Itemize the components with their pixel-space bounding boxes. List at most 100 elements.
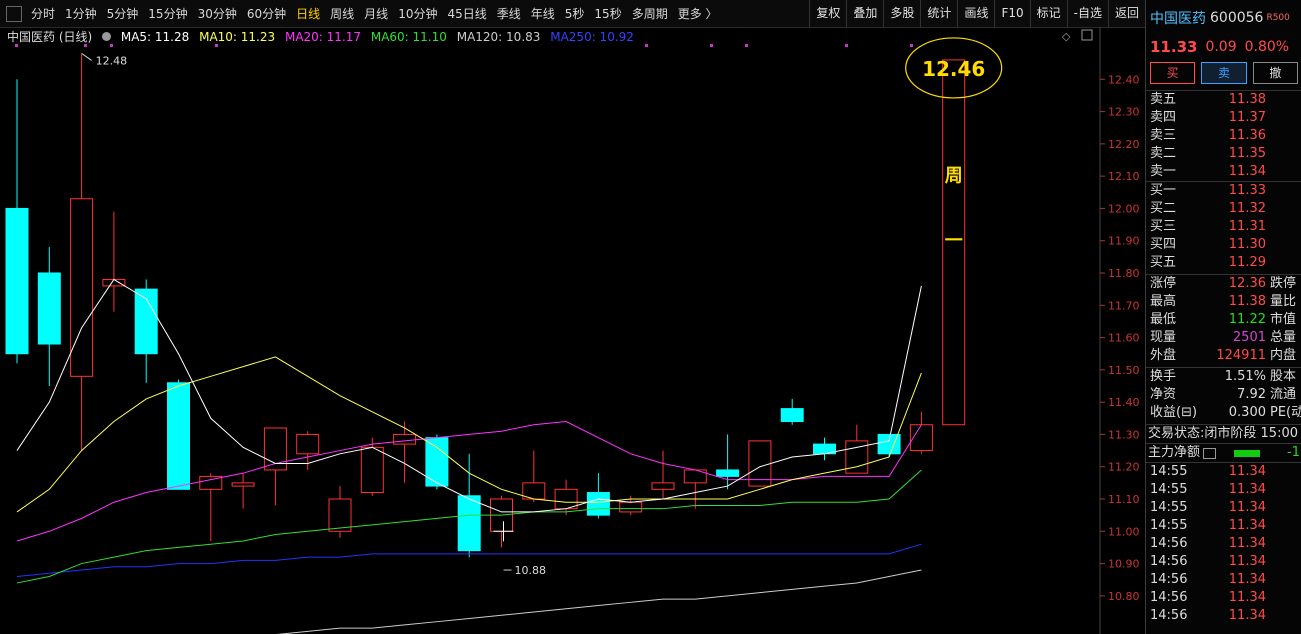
tool-button-4[interactable]: 画线 (957, 0, 994, 27)
sell-button[interactable]: 卖 (1201, 62, 1247, 84)
trade-status-label: 交易状态: (1148, 426, 1205, 441)
last-price: 11.33 (1150, 38, 1198, 56)
tool-button-6[interactable]: 标记 (1029, 0, 1067, 27)
trade-status-row: 交易状态: 闭市阶段 15:00 (1146, 424, 1301, 443)
candle[interactable] (780, 398, 804, 425)
candle[interactable] (5, 79, 29, 364)
stat-row: 外盘 124911 内盘 (1146, 347, 1301, 365)
window-corner-icon[interactable] (6, 5, 22, 22)
period-tab-9[interactable]: 10分钟 (393, 5, 442, 22)
y-tick-label: 12.10 (1108, 170, 1140, 183)
settings-circle-icon[interactable] (102, 32, 112, 41)
book-row: 买四 11.30 (1146, 236, 1301, 254)
candle-body (780, 408, 804, 423)
tick-price: 11.34 (1228, 590, 1266, 605)
book-price: 11.32 (1228, 201, 1266, 216)
stat2-row: 收益(⊟) 0.300 PE(动 (1146, 404, 1301, 422)
period-tab-14[interactable]: 15秒 (589, 5, 626, 22)
stat2-tail: PE(动 (1270, 405, 1301, 420)
period-tab-10[interactable]: 45日线 (442, 5, 491, 22)
tool-button-0[interactable]: 复权 (809, 0, 846, 27)
diamond-icon[interactable]: ◇ (1062, 30, 1071, 43)
stat-label: 最低 (1150, 312, 1177, 327)
period-tab-6[interactable]: 日线 (291, 5, 325, 22)
period-tab-15[interactable]: 多周期 (627, 5, 673, 22)
stat-tail: 市值 (1270, 312, 1297, 327)
tool-button-5[interactable]: F10 (994, 0, 1029, 27)
stat2-label: 收益(⊟) (1150, 405, 1198, 420)
candle[interactable] (167, 379, 190, 490)
candle[interactable] (102, 211, 126, 312)
period-tab-13[interactable]: 5秒 (560, 5, 590, 22)
candle[interactable] (360, 437, 384, 496)
candle[interactable] (909, 411, 933, 454)
candle[interactable] (37, 247, 61, 386)
candle[interactable] (522, 450, 546, 503)
book-label: 卖二 (1150, 146, 1177, 161)
candle[interactable] (683, 469, 707, 509)
candle[interactable] (296, 431, 320, 470)
capital-icon[interactable] (1203, 448, 1217, 459)
candle[interactable] (328, 486, 352, 538)
y-tick-label: 12.00 (1108, 202, 1140, 215)
period-tab-16[interactable]: 更多 〉 (673, 5, 723, 22)
stat-label: 现量 (1150, 330, 1177, 345)
book-volume (1270, 254, 1301, 272)
candle[interactable] (651, 450, 675, 499)
candlestick-chart[interactable]: 12.40 12.30 12.20 12.10 12.00 11.90 11.80 11.70… (0, 27, 1145, 634)
candle[interactable] (70, 53, 94, 451)
tool-button-2[interactable]: 多股 (883, 0, 920, 27)
stat-row: 最低 11.22 市值 (1146, 311, 1301, 329)
stat-value: 124911 (1216, 348, 1266, 363)
book-volume (1270, 182, 1301, 200)
period-tab-7[interactable]: 周线 (325, 5, 359, 22)
period-tab-2[interactable]: 5分钟 (102, 5, 144, 22)
book-row: 买五 11.29 (1146, 254, 1301, 272)
book-price: 11.30 (1228, 237, 1266, 252)
period-tab-5[interactable]: 60分钟 (242, 5, 291, 22)
ask-list: 卖五 11.38 卖四 11.37 卖三 11.36 卖二 11.35 卖一 11.34 (1146, 90, 1301, 181)
price-change-pct: 0.80% (1244, 39, 1290, 55)
ma10-label: MA10: 11.23 (199, 30, 276, 44)
book-label: 买三 (1150, 219, 1177, 234)
stock-code: 600056 (1210, 10, 1264, 26)
candle-body (167, 382, 190, 490)
candle[interactable] (490, 495, 513, 548)
candle[interactable] (457, 453, 481, 558)
candle[interactable] (199, 473, 223, 541)
tool-button-3[interactable]: 统计 (920, 0, 957, 27)
candle[interactable] (393, 421, 417, 483)
stat-value: 11.38 (1228, 294, 1266, 309)
candle[interactable] (231, 473, 255, 509)
capital-bar (1234, 450, 1261, 457)
ma5-label: MA5: 11.28 (120, 30, 190, 44)
candle[interactable] (134, 279, 158, 383)
tick-volume (1270, 589, 1301, 607)
candle[interactable] (813, 437, 836, 461)
ma20-label: MA20: 11.17 (284, 30, 362, 44)
book-label: 买五 (1150, 255, 1177, 270)
period-tab-0[interactable]: 分时 (26, 5, 60, 22)
candle[interactable] (263, 427, 287, 506)
tick-volume (1270, 499, 1301, 517)
tick-row: 14:56 11.34 (1146, 571, 1301, 589)
stat-tail: 总量 (1270, 330, 1297, 345)
period-tab-4[interactable]: 30分钟 (193, 5, 242, 22)
tick-price: 11.34 (1228, 554, 1266, 569)
tool-button-1[interactable]: 叠加 (846, 0, 883, 27)
stock-badge: R500 (1266, 13, 1290, 23)
candle-body (70, 198, 94, 377)
book-row: 卖一 11.34 (1146, 163, 1301, 181)
period-tab-3[interactable]: 15分钟 (143, 5, 192, 22)
period-tab-12[interactable]: 年线 (526, 5, 560, 22)
period-tab-1[interactable]: 1分钟 (60, 5, 102, 22)
candle[interactable] (586, 473, 610, 519)
ma120-line (276, 569, 922, 634)
tool-button-7[interactable]: -自选 (1066, 0, 1108, 27)
period-tab-11[interactable]: 季线 (492, 5, 526, 22)
panel-toggle-icon[interactable] (1081, 29, 1093, 41)
buy-button[interactable]: 买 (1150, 62, 1196, 84)
cancel-button[interactable]: 撤 (1252, 62, 1298, 84)
period-tab-8[interactable]: 月线 (359, 5, 393, 22)
tool-button-8[interactable]: 返回 (1107, 0, 1145, 27)
